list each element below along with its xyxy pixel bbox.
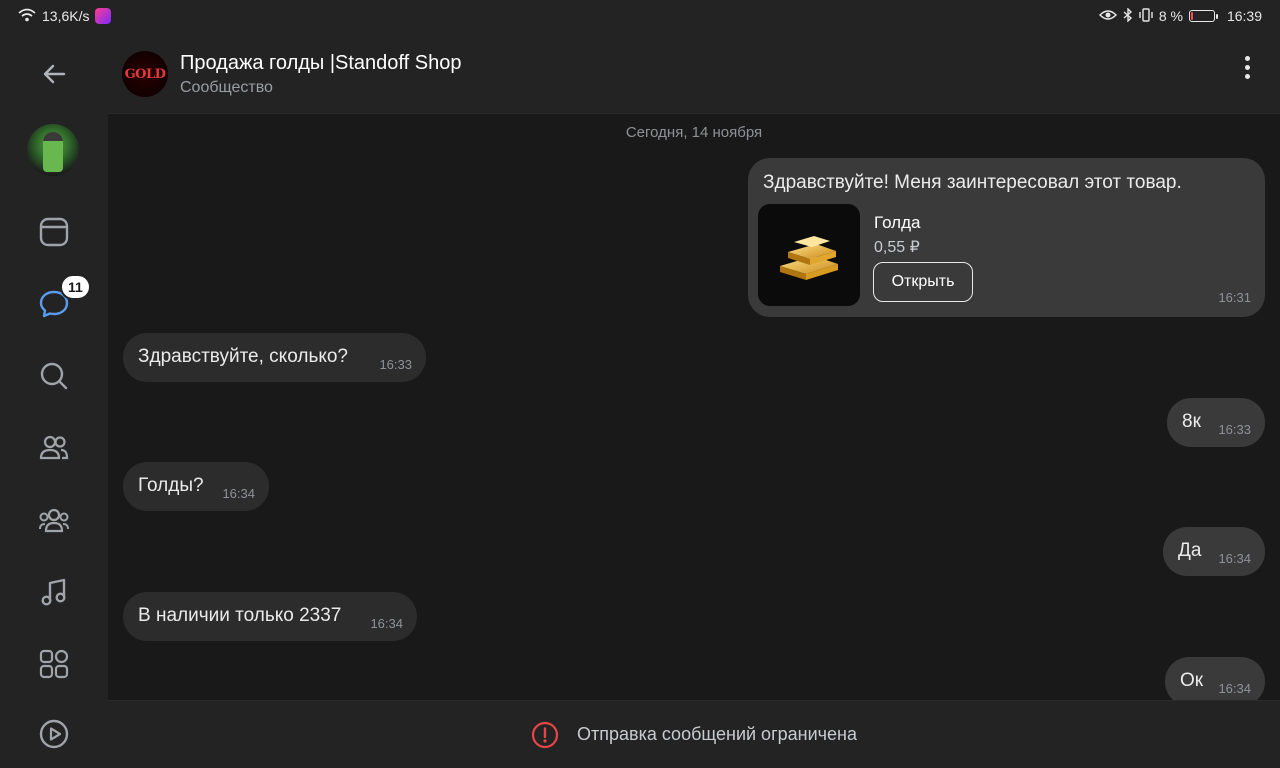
warning-icon [531,721,559,748]
app-notification-icon [95,8,112,24]
outgoing-message[interactable]: Да 16:34 [1163,527,1265,576]
eye-icon [1098,8,1117,24]
message-text: Здравствуйте, сколько? [138,346,349,367]
incoming-message[interactable]: Голды? 16:34 [123,462,269,511]
avatar-logo-text: GOLD [124,66,166,82]
message-time: 16:34 [222,486,255,501]
message-time: 16:34 [370,616,403,631]
network-speed: 13,6K/s [42,8,90,24]
unread-badge: 11 [60,274,91,300]
message-text: Да [1178,540,1202,561]
chat-header: GOLD Продажа голды |Standoff Shop Сообще… [108,32,1280,114]
battery-icon [1188,10,1218,22]
product-price: 0,55 ₽ [874,239,920,256]
message-text: Ок [1180,670,1204,691]
gold-bars-icon [780,236,838,280]
clock: 16:39 [1226,8,1262,24]
message-time: 16:33 [1218,422,1251,437]
restriction-notice: Отправка сообщений ограничена [577,724,857,744]
open-product-button[interactable]: Открыть [873,262,973,302]
music-icon[interactable] [34,572,74,612]
back-icon[interactable] [34,54,74,94]
outgoing-message[interactable]: 8к 16:33 [1167,398,1265,447]
date-separator: Сегодня, 14 ноября [625,124,763,141]
video-icon[interactable] [34,714,74,754]
communities-icon[interactable] [34,500,74,540]
message-time: 16:34 [1218,551,1251,566]
incoming-message[interactable]: Здравствуйте, сколько? 16:33 [123,333,426,382]
sidebar: 11 [0,32,108,768]
battery-percent: 8 % [1158,8,1183,24]
message-time: 16:34 [1218,681,1251,696]
message-text: Голды? [138,475,204,496]
community-avatar[interactable]: GOLD [122,51,168,97]
message-time: 16:31 [1218,290,1251,305]
more-options-icon[interactable] [1232,52,1262,82]
product-name: Голда [874,213,921,232]
message-time: 16:33 [379,357,412,372]
product-message: Здравствуйте! Меня заинтересовал этот то… [748,158,1265,317]
news-icon[interactable] [34,212,74,252]
product-thumbnail[interactable] [758,204,860,306]
restriction-bar: Отправка сообщений ограничена [108,700,1280,768]
vibrate-icon [1139,7,1153,25]
message-list[interactable]: Сегодня, 14 ноября Здравствуйте! Меня за… [108,114,1280,706]
wifi-icon [18,8,36,25]
chat-subtitle: Сообщество [180,79,273,96]
message-text: В наличии только 2337 [138,605,342,626]
incoming-message[interactable]: В наличии только 2337 16:34 [123,592,417,641]
search-icon[interactable] [34,356,74,396]
status-bar: 13,6K/s 8 % 16:39 [0,0,1280,32]
profile-avatar[interactable] [27,124,79,176]
chat-title[interactable]: Продажа голды |Standoff Shop [180,52,461,75]
outgoing-message[interactable]: Ок 16:34 [1165,657,1265,706]
message-text: Здравствуйте! Меня заинтересовал этот то… [763,172,1182,193]
bluetooth-icon [1123,6,1133,25]
friends-icon[interactable] [34,428,74,468]
message-text: 8к [1182,411,1201,432]
services-icon[interactable] [34,644,74,684]
